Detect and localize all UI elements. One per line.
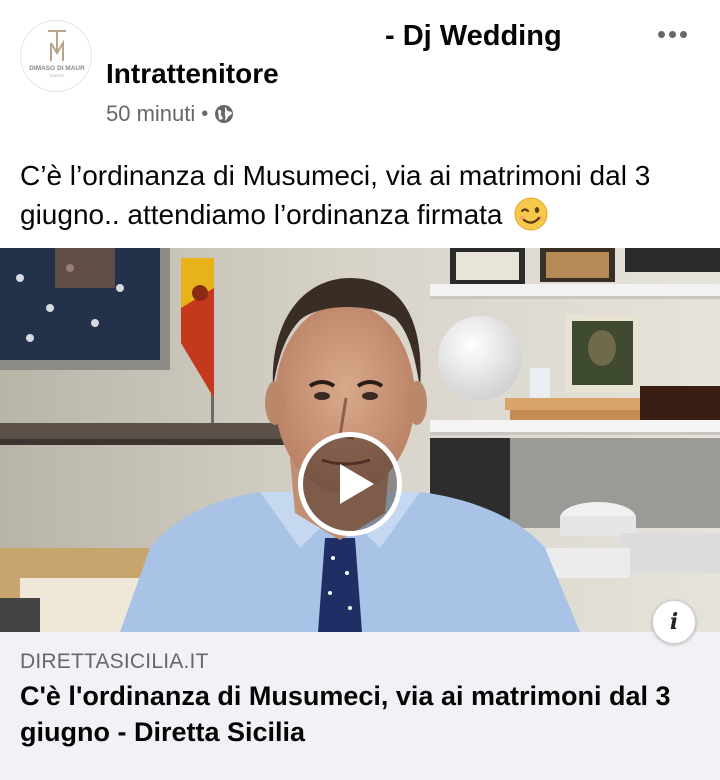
post-timestamp[interactable]: 50 minuti — [106, 101, 195, 127]
brand-logo: DIMASO DI MAUR EVENTI — [21, 21, 91, 91]
play-icon — [340, 464, 374, 504]
svg-text:DIMASO DI MAUR: DIMASO DI MAUR — [29, 65, 85, 72]
play-button[interactable] — [298, 432, 402, 536]
link-title[interactable]: C'è l'ordinanza di Musumeci, via ai matr… — [20, 678, 700, 750]
info-button[interactable]: i — [652, 600, 696, 644]
more-options-button[interactable] — [652, 20, 692, 48]
page-subtitle[interactable]: Intrattenitore — [106, 58, 279, 90]
meta-separator: • — [201, 102, 209, 125]
post-header: DIMASO DI MAUR EVENTI - Dj Wedding Intra… — [0, 0, 720, 140]
post-message-text: C’è l’ordinanza di Musumeci, via ai matr… — [20, 160, 651, 230]
post-message: C’è l’ordinanza di Musumeci, via ai matr… — [20, 156, 710, 234]
svg-text:EVENTI: EVENTI — [50, 73, 64, 78]
video-player[interactable] — [0, 248, 720, 632]
globe-icon — [214, 104, 234, 124]
more-horizontal-icon — [668, 30, 676, 38]
link-preview[interactable]: DIRETTASICILIA.IT C'è l'ordinanza di Mus… — [0, 632, 720, 780]
more-horizontal-icon — [679, 30, 687, 38]
more-horizontal-icon — [657, 30, 665, 38]
link-domain: DIRETTASICILIA.IT — [20, 650, 209, 673]
page-name[interactable]: - Dj Wedding — [385, 20, 562, 53]
winking-face-icon — [514, 197, 548, 231]
avatar[interactable]: DIMASO DI MAUR EVENTI — [20, 20, 92, 92]
post-meta: 50 minuti • — [106, 101, 234, 127]
